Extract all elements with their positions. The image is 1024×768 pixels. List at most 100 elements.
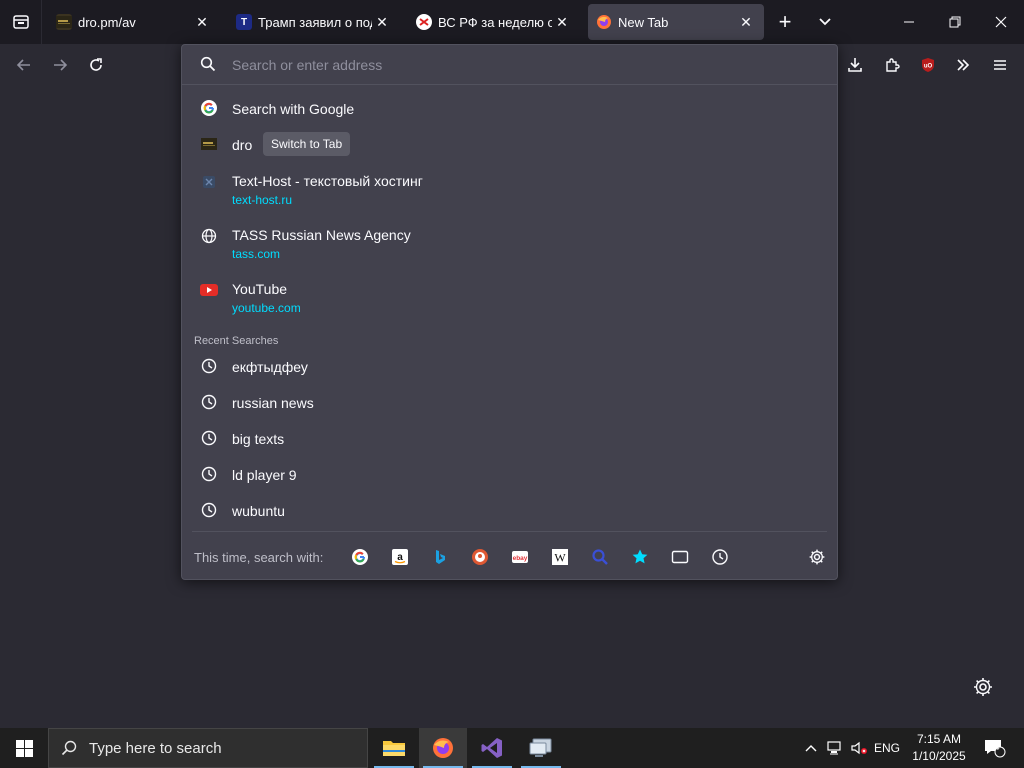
recent-search-item[interactable]: wubuntu [182,501,837,521]
tab-title: New Tab [618,14,669,30]
double-chevron-right-icon [957,59,970,71]
tab-title: dro.pm/av [78,14,136,30]
action-center-button[interactable]: 4 [980,728,1010,768]
overflow-menu-button[interactable] [948,50,978,80]
firefox-view-button[interactable] [0,0,42,44]
tab-title: ВС РФ за неделю осво [438,14,552,30]
browser-window: dro.pm/av ✕ T Трамп заявил о подго ✕ ВС … [0,0,1024,768]
history-icon [200,465,218,483]
tab-strip: dro.pm/av ✕ T Трамп заявил о подго ✕ ВС … [0,0,1024,44]
one-off-label: This time, search with: [194,550,324,565]
google-icon[interactable] [349,546,371,568]
firefox-icon [433,738,453,758]
reload-button[interactable] [81,50,111,80]
new-tab-button[interactable]: + [770,8,800,36]
amazon-icon[interactable]: a [389,546,411,568]
recent-search-label: wubuntu [232,503,285,519]
search-icon [200,56,216,77]
history-icon [200,429,218,447]
minimize-icon [904,21,914,23]
taskbar-remote-desktop[interactable] [517,728,565,768]
volume-muted-icon [851,741,867,755]
history-icon [200,393,218,411]
visual-studio-icon [481,738,502,758]
close-icon[interactable]: ✕ [552,12,572,32]
history-icon [200,501,218,519]
duckduckgo-icon[interactable] [469,546,491,568]
address-input[interactable]: Search or enter address [232,57,382,73]
recent-search-item[interactable]: russian news [182,393,837,413]
dro-favicon-icon [56,14,72,30]
close-icon[interactable]: ✕ [372,12,392,32]
suggestion-title: Text-Host - текстовый хостинг [232,173,423,189]
remote-desktop-icon [529,738,552,757]
taskbar-firefox[interactable] [419,728,467,768]
personalize-button[interactable] [972,676,994,698]
show-hidden-icons-button[interactable] [800,728,822,768]
tabs-icon[interactable] [669,546,691,568]
volume-tray-button[interactable] [848,728,870,768]
forward-button[interactable] [45,50,75,80]
address-bar[interactable]: Search or enter address [182,45,837,85]
close-icon[interactable]: ✕ [736,12,756,32]
clock-date: 1/10/2025 [912,749,966,763]
suggestion-site[interactable]: TASS Russian News Agency tass.com [182,225,837,265]
bing-icon[interactable] [429,546,451,568]
text-host-icon [200,173,218,191]
chevron-up-icon [805,745,817,752]
taskbar-clock[interactable]: 7:15 AM 1/10/2025 [900,731,978,765]
tab-new-tab[interactable]: New Tab ✕ [588,4,764,40]
clock-time: 7:15 AM [916,732,962,746]
suggestion-label: dro [232,137,253,153]
taskbar-visual-studio[interactable] [468,728,516,768]
ublock-origin-button[interactable]: uO [913,50,943,80]
google-icon [200,99,218,117]
suggestion-url: youtube.com [232,301,301,315]
suggestion-site[interactable]: YouTube youtube.com [182,279,837,319]
recent-search-label: ld player 9 [232,467,297,483]
network-tray-button[interactable] [824,728,846,768]
minimize-button[interactable] [886,0,932,44]
search-engine-icon[interactable] [589,546,611,568]
history-icon[interactable] [709,546,731,568]
tab-dro[interactable]: dro.pm/av ✕ [48,4,220,40]
start-button[interactable] [0,728,48,768]
tab-news[interactable]: ВС РФ за неделю осво ✕ [408,4,580,40]
tab-title: Трамп заявил о подго [258,14,372,30]
news-favicon-icon [416,14,432,30]
chevron-down-icon [819,18,831,26]
folder-icon [383,741,405,756]
recent-search-item[interactable]: ld player 9 [182,465,837,485]
close-window-button[interactable] [978,0,1024,44]
bookmarks-icon[interactable] [629,546,651,568]
suggestion-search-google[interactable]: Search with Google [182,99,837,119]
app-menu-button[interactable] [985,50,1015,80]
search-settings-button[interactable] [806,546,828,568]
search-icon [61,740,77,756]
downloads-button[interactable] [840,50,870,80]
recent-search-item[interactable]: big texts [182,429,837,449]
puzzle-icon [886,58,900,72]
network-icon [827,741,841,755]
plus-icon: + [778,9,792,34]
history-icon [200,357,218,375]
restore-button[interactable] [932,0,978,44]
extensions-button[interactable] [877,50,907,80]
hamburger-menu-icon [994,60,1006,70]
suggestion-label: Search with Google [232,101,355,117]
list-all-tabs-button[interactable] [810,8,840,36]
input-language-button[interactable]: ENG [872,728,902,768]
taskbar-search-box[interactable]: Type here to search [48,728,368,768]
gear-icon [809,549,825,565]
recent-search-item[interactable]: екфтыдфеу [182,357,837,377]
taskbar-file-explorer[interactable] [370,728,418,768]
ebay-icon[interactable]: ebay [509,546,531,568]
tab-tass[interactable]: T Трамп заявил о подго ✕ [228,4,400,40]
close-icon[interactable]: ✕ [192,12,212,32]
back-button[interactable] [9,50,39,80]
suggestion-switch-tab[interactable]: dro Switch to Tab [182,132,837,156]
wikipedia-icon[interactable]: W [549,546,571,568]
suggestion-site[interactable]: Text-Host - текстовый хостинг text-host.… [182,171,837,211]
recent-search-label: екфтыдфеу [232,359,308,375]
notification-count: 4 [994,742,1000,753]
